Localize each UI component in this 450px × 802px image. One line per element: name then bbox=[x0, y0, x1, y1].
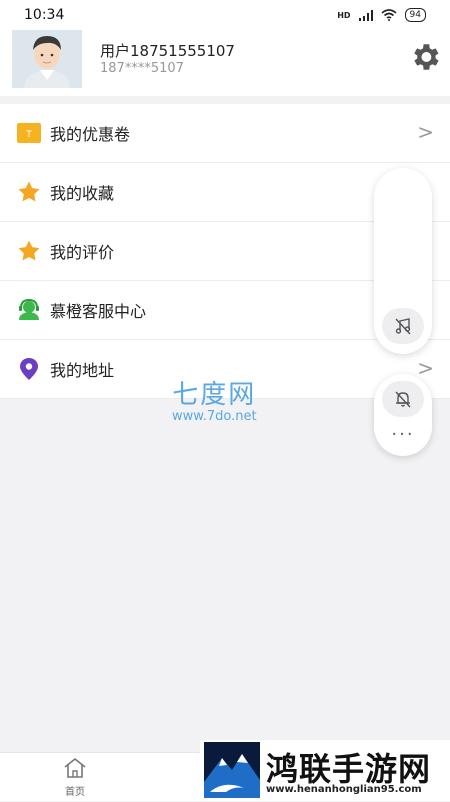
watermark-url: www.7do.net bbox=[172, 409, 257, 424]
svg-text:T: T bbox=[25, 130, 32, 140]
banner-site-url: www.henanhonglian95.com bbox=[266, 784, 422, 795]
signal-icon bbox=[358, 9, 373, 21]
mute-notification-button[interactable] bbox=[382, 381, 424, 417]
bell-off-icon bbox=[395, 391, 411, 408]
chevron-right-icon: > bbox=[417, 356, 434, 380]
hd-indicator: HD bbox=[337, 10, 351, 20]
wifi-icon bbox=[381, 9, 397, 21]
menu-label-address: 我的地址 bbox=[50, 361, 115, 380]
floating-action-panel[interactable]: ··· bbox=[374, 374, 432, 456]
menu-label-reviews: 我的评价 bbox=[50, 243, 115, 262]
music-off-icon bbox=[395, 318, 411, 335]
home-icon bbox=[64, 757, 86, 778]
more-options-icon[interactable]: ··· bbox=[374, 424, 432, 445]
user-name: 用户18751555107 bbox=[100, 42, 235, 60]
tab-home[interactable]: 首页 bbox=[52, 757, 98, 798]
star-icon bbox=[16, 238, 42, 264]
mountain-logo-icon bbox=[204, 742, 260, 798]
status-time: 10:34 bbox=[24, 7, 65, 23]
profile-header[interactable]: 用户18751555107 187****5107 bbox=[0, 30, 450, 96]
star-icon bbox=[16, 179, 42, 205]
floating-media-panel[interactable] bbox=[374, 168, 432, 354]
avatar[interactable] bbox=[12, 30, 82, 88]
menu-label-coupons: 我的优惠卷 bbox=[50, 125, 131, 144]
coupon-icon: T bbox=[16, 120, 42, 146]
watermark: 七度网 www.7do.net bbox=[172, 374, 257, 424]
chevron-right-icon: > bbox=[417, 120, 434, 144]
music-off-button[interactable] bbox=[382, 308, 424, 344]
status-icons: HD 94 bbox=[337, 8, 426, 22]
menu-item-coupons[interactable]: T 我的优惠卷 > bbox=[0, 104, 450, 163]
battery-indicator: 94 bbox=[404, 8, 426, 22]
menu-label-favorites: 我的收藏 bbox=[50, 184, 115, 203]
location-pin-icon bbox=[16, 356, 42, 382]
menu-label-customer-service: 慕橙客服中心 bbox=[50, 302, 147, 321]
tab-home-label: 首页 bbox=[65, 787, 85, 798]
settings-gear-icon[interactable] bbox=[408, 40, 442, 74]
watermark-title: 七度网 bbox=[172, 380, 257, 410]
status-bar: 10:34 HD 94 bbox=[0, 0, 450, 30]
user-phone: 187****5107 bbox=[100, 61, 184, 76]
customer-service-icon bbox=[16, 297, 42, 323]
watermark-banner: 鸿联手游网 www.henanhonglian95.com bbox=[200, 740, 450, 800]
